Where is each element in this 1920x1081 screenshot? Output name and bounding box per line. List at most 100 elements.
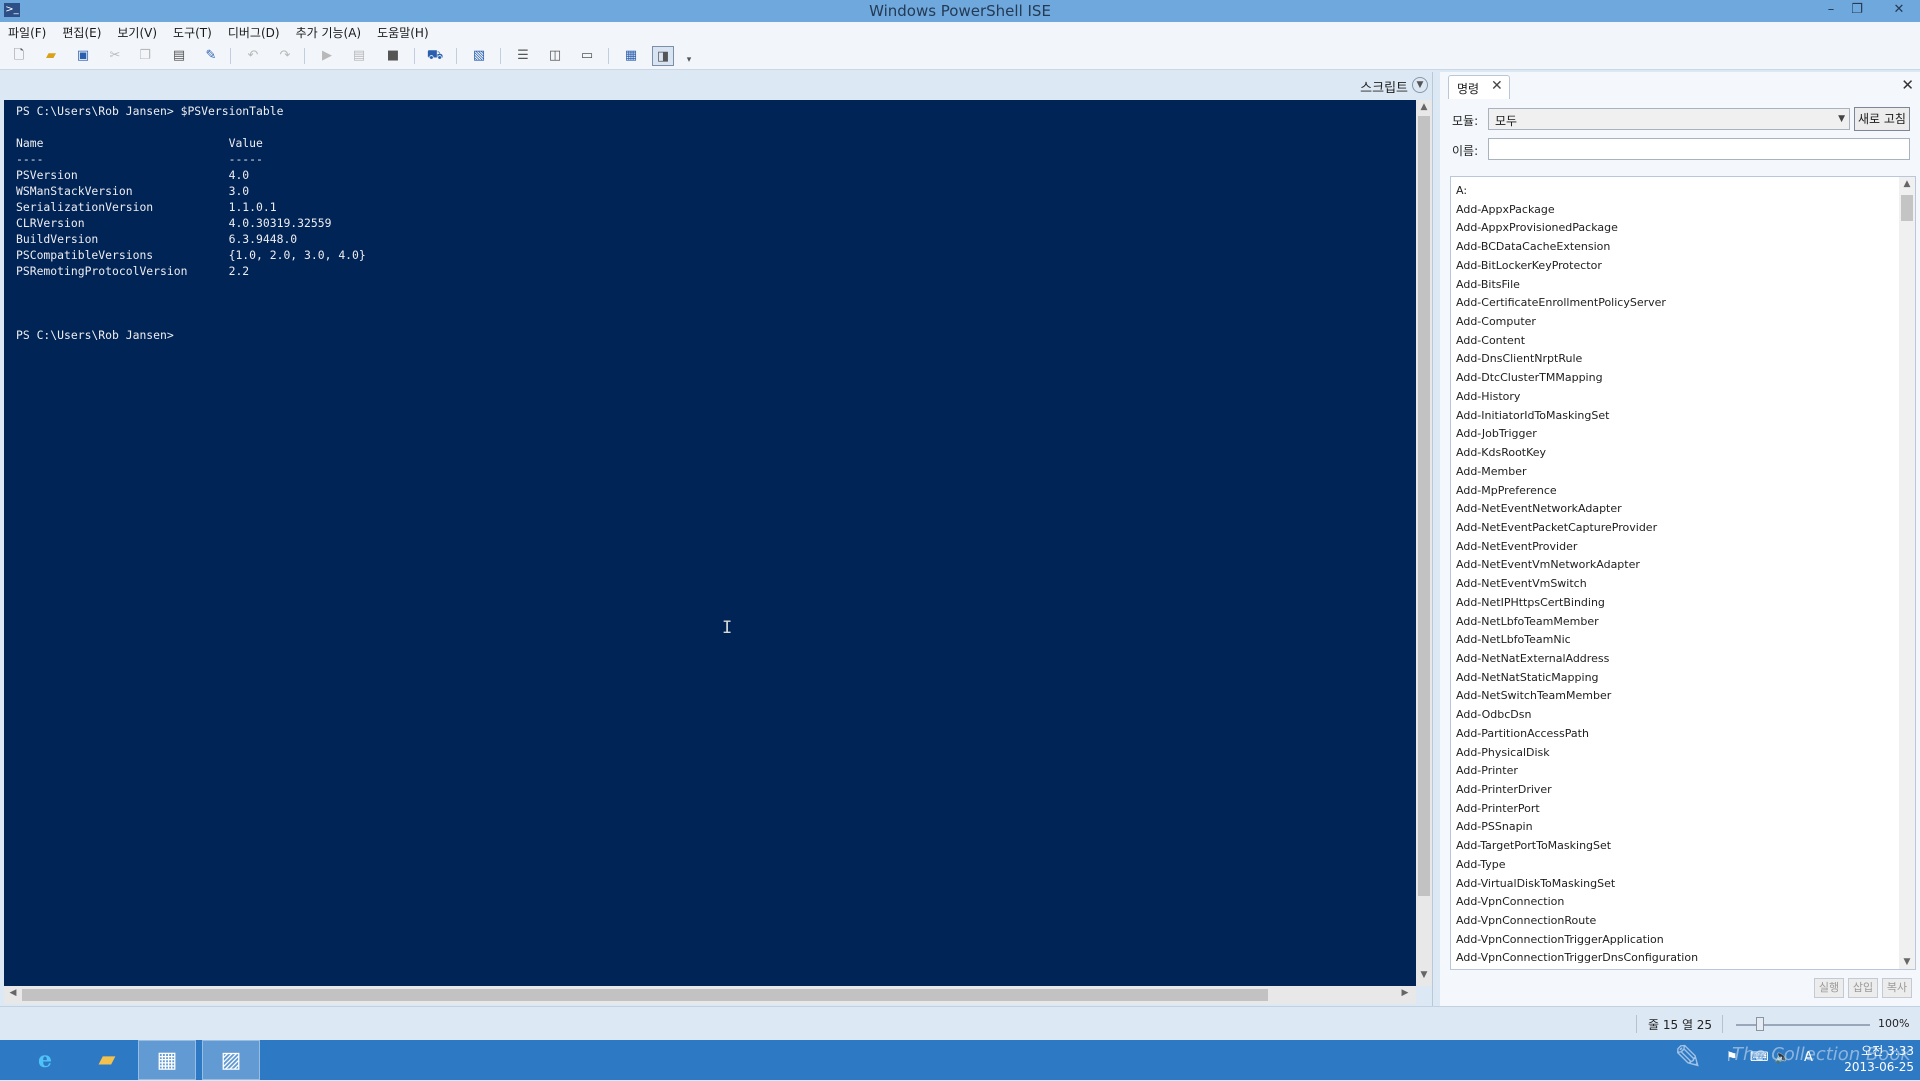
list-item[interactable]: Add-Computer [1456,313,1698,332]
copy-command-button[interactable]: 복사 [1882,978,1912,998]
list-item[interactable]: Add-PhysicalDisk [1456,744,1698,763]
start-powershell-icon[interactable]: ▧ [468,46,490,66]
list-item[interactable]: Add-VpnConnectionTriggerTrustedNetwork [1456,968,1698,969]
list-item[interactable]: Add-Content [1456,332,1698,351]
menu-tools[interactable]: 도구(T) [165,22,220,41]
pane-splitter[interactable] [1432,72,1440,1006]
list-item[interactable]: Add-AppxPackage [1456,201,1698,220]
name-field[interactable] [1488,138,1910,160]
show-addon-icon[interactable]: ◨ [652,46,674,66]
show-script-top-icon[interactable]: ☰ [512,46,534,66]
list-item[interactable]: Add-Member [1456,463,1698,482]
list-item[interactable]: Add-DnsClientNrptRule [1456,350,1698,369]
list-item[interactable]: Add-NetEventVmNetworkAdapter [1456,556,1698,575]
menu-debug[interactable]: 디버그(D) [220,22,288,41]
list-item[interactable]: Add-PartitionAccessPath [1456,725,1698,744]
scrollbar-thumb[interactable] [1418,116,1430,896]
list-item[interactable]: Add-NetNatExternalAddress [1456,650,1698,669]
clear-console-icon[interactable]: ✎ [200,46,222,66]
save-icon[interactable]: ▣ [72,46,94,66]
redo-icon[interactable]: ↷ [274,46,296,66]
list-item[interactable]: Add-NetEventProvider [1456,538,1698,557]
command-list[interactable]: A: Add-AppxPackage Add-AppxProvisionedPack… [1450,176,1916,970]
list-item[interactable]: Add-NetLbfoTeamMember [1456,613,1698,632]
list-item[interactable]: Add-PrinterPort [1456,800,1698,819]
menu-edit[interactable]: 편집(E) [54,22,109,41]
file-explorer-icon[interactable]: ▰ [78,1040,136,1080]
console-horizontal-scrollbar[interactable]: ◀ ▶ [4,986,1416,1004]
restore-button[interactable]: ❐ [1844,1,1870,19]
menu-view[interactable]: 보기(V) [109,22,165,41]
list-item[interactable]: Add-OdbcDsn [1456,706,1698,725]
toolbar-overflow-icon[interactable]: ▾ [678,50,700,70]
list-item[interactable]: Add-NetSwitchTeamMember [1456,687,1698,706]
list-item[interactable]: Add-NetEventPacketCaptureProvider [1456,519,1698,538]
list-item[interactable]: Add-CertificateEnrollmentPolicyServer [1456,294,1698,313]
list-item[interactable]: Add-History [1456,388,1698,407]
new-file-icon[interactable]: 🗋 [8,46,30,66]
close-window-button[interactable]: ✕ [1886,1,1912,19]
menu-file[interactable]: 파일(F) [0,22,54,41]
close-panel-icon[interactable]: ✕ [1901,76,1914,94]
internet-explorer-icon[interactable]: e [16,1040,74,1080]
list-item[interactable]: Add-DtcClusterTMMapping [1456,369,1698,388]
copy-icon[interactable]: ❐ [134,46,156,66]
list-item[interactable]: Add-KdsRootKey [1456,444,1698,463]
list-item[interactable]: Add-MpPreference [1456,482,1698,501]
list-item[interactable]: Add-JobTrigger [1456,425,1698,444]
list-item[interactable]: Add-TargetPortToMaskingSet [1456,837,1698,856]
console-vertical-scrollbar[interactable]: ▲ ▼ [1416,100,1432,986]
chevron-down-icon[interactable]: ▼ [1412,77,1428,93]
list-item[interactable]: Add-VirtualDiskToMaskingSet [1456,875,1698,894]
list-item[interactable]: Add-PSSnapin [1456,818,1698,837]
list-item[interactable]: Add-InitiatorIdToMaskingSet [1456,407,1698,426]
menu-help[interactable]: 도움말(H) [369,22,437,41]
menu-addons[interactable]: 추가 기능(A) [288,22,370,41]
show-script-maximized-icon[interactable]: ▭ [576,46,598,66]
scroll-down-icon[interactable]: ▼ [1899,957,1915,967]
scroll-up-icon[interactable]: ▲ [1416,102,1432,116]
run-selection-icon[interactable]: ▤ [348,46,370,66]
scroll-left-icon[interactable]: ◀ [6,988,20,1002]
scroll-right-icon[interactable]: ▶ [1398,988,1412,1002]
list-item[interactable]: Add-NetIPHttpsCertBinding [1456,594,1698,613]
open-folder-icon[interactable]: ▰ [40,46,62,66]
list-item[interactable]: Add-PrinterDriver [1456,781,1698,800]
minimize-button[interactable]: – [1818,1,1844,19]
list-item[interactable]: Add-VpnConnection [1456,893,1698,912]
list-item[interactable]: Add-VpnConnectionTriggerDnsConfiguration [1456,949,1698,968]
list-item[interactable]: Add-AppxProvisionedPackage [1456,219,1698,238]
run-command-button[interactable]: 실행 [1814,978,1844,998]
list-item[interactable]: Add-VpnConnectionTriggerApplication [1456,931,1698,950]
list-item[interactable]: Add-Printer [1456,762,1698,781]
show-commands-icon[interactable]: ▦ [620,46,642,66]
list-item[interactable]: Add-NetLbfoTeamNic [1456,631,1698,650]
server-manager-icon[interactable]: ▦ [138,1040,196,1080]
list-item[interactable]: A: [1456,182,1698,201]
show-script-right-icon[interactable]: ◫ [544,46,566,66]
module-dropdown[interactable]: 모두 ▼ [1488,108,1850,130]
scrollbar-thumb[interactable] [22,989,1268,1001]
undo-icon[interactable]: ↶ [242,46,264,66]
remote-powershell-icon[interactable]: ⛟ [424,46,446,66]
powershell-ise-icon[interactable]: ▨ [202,1040,260,1080]
command-list-scrollbar[interactable]: ▲ ▼ [1899,177,1915,969]
scrollbar-thumb[interactable] [1901,195,1913,221]
console-pane[interactable]: PS C:\Users\Rob Jansen> $PSVersionTable … [4,100,1416,986]
list-item[interactable]: Add-VpnConnectionRoute [1456,912,1698,931]
list-item[interactable]: Add-NetNatStaticMapping [1456,669,1698,688]
zoom-slider-handle[interactable] [1756,1017,1764,1031]
scroll-up-icon[interactable]: ▲ [1899,179,1915,189]
list-item[interactable]: Add-BCDataCacheExtension [1456,238,1698,257]
tab-commands[interactable]: 명령 ✕ [1448,75,1510,99]
stop-icon[interactable]: ■ [382,46,404,66]
paste-icon[interactable]: ▤ [168,46,190,66]
scroll-down-icon[interactable]: ▼ [1416,970,1432,984]
run-icon[interactable]: ▶ [316,46,338,66]
list-item[interactable]: Add-NetEventVmSwitch [1456,575,1698,594]
list-item[interactable]: Add-Type [1456,856,1698,875]
list-item[interactable]: Add-BitLockerKeyProtector [1456,257,1698,276]
list-item[interactable]: Add-NetEventNetworkAdapter [1456,500,1698,519]
close-icon[interactable]: ✕ [1491,78,1503,94]
cut-icon[interactable]: ✂ [104,46,126,66]
